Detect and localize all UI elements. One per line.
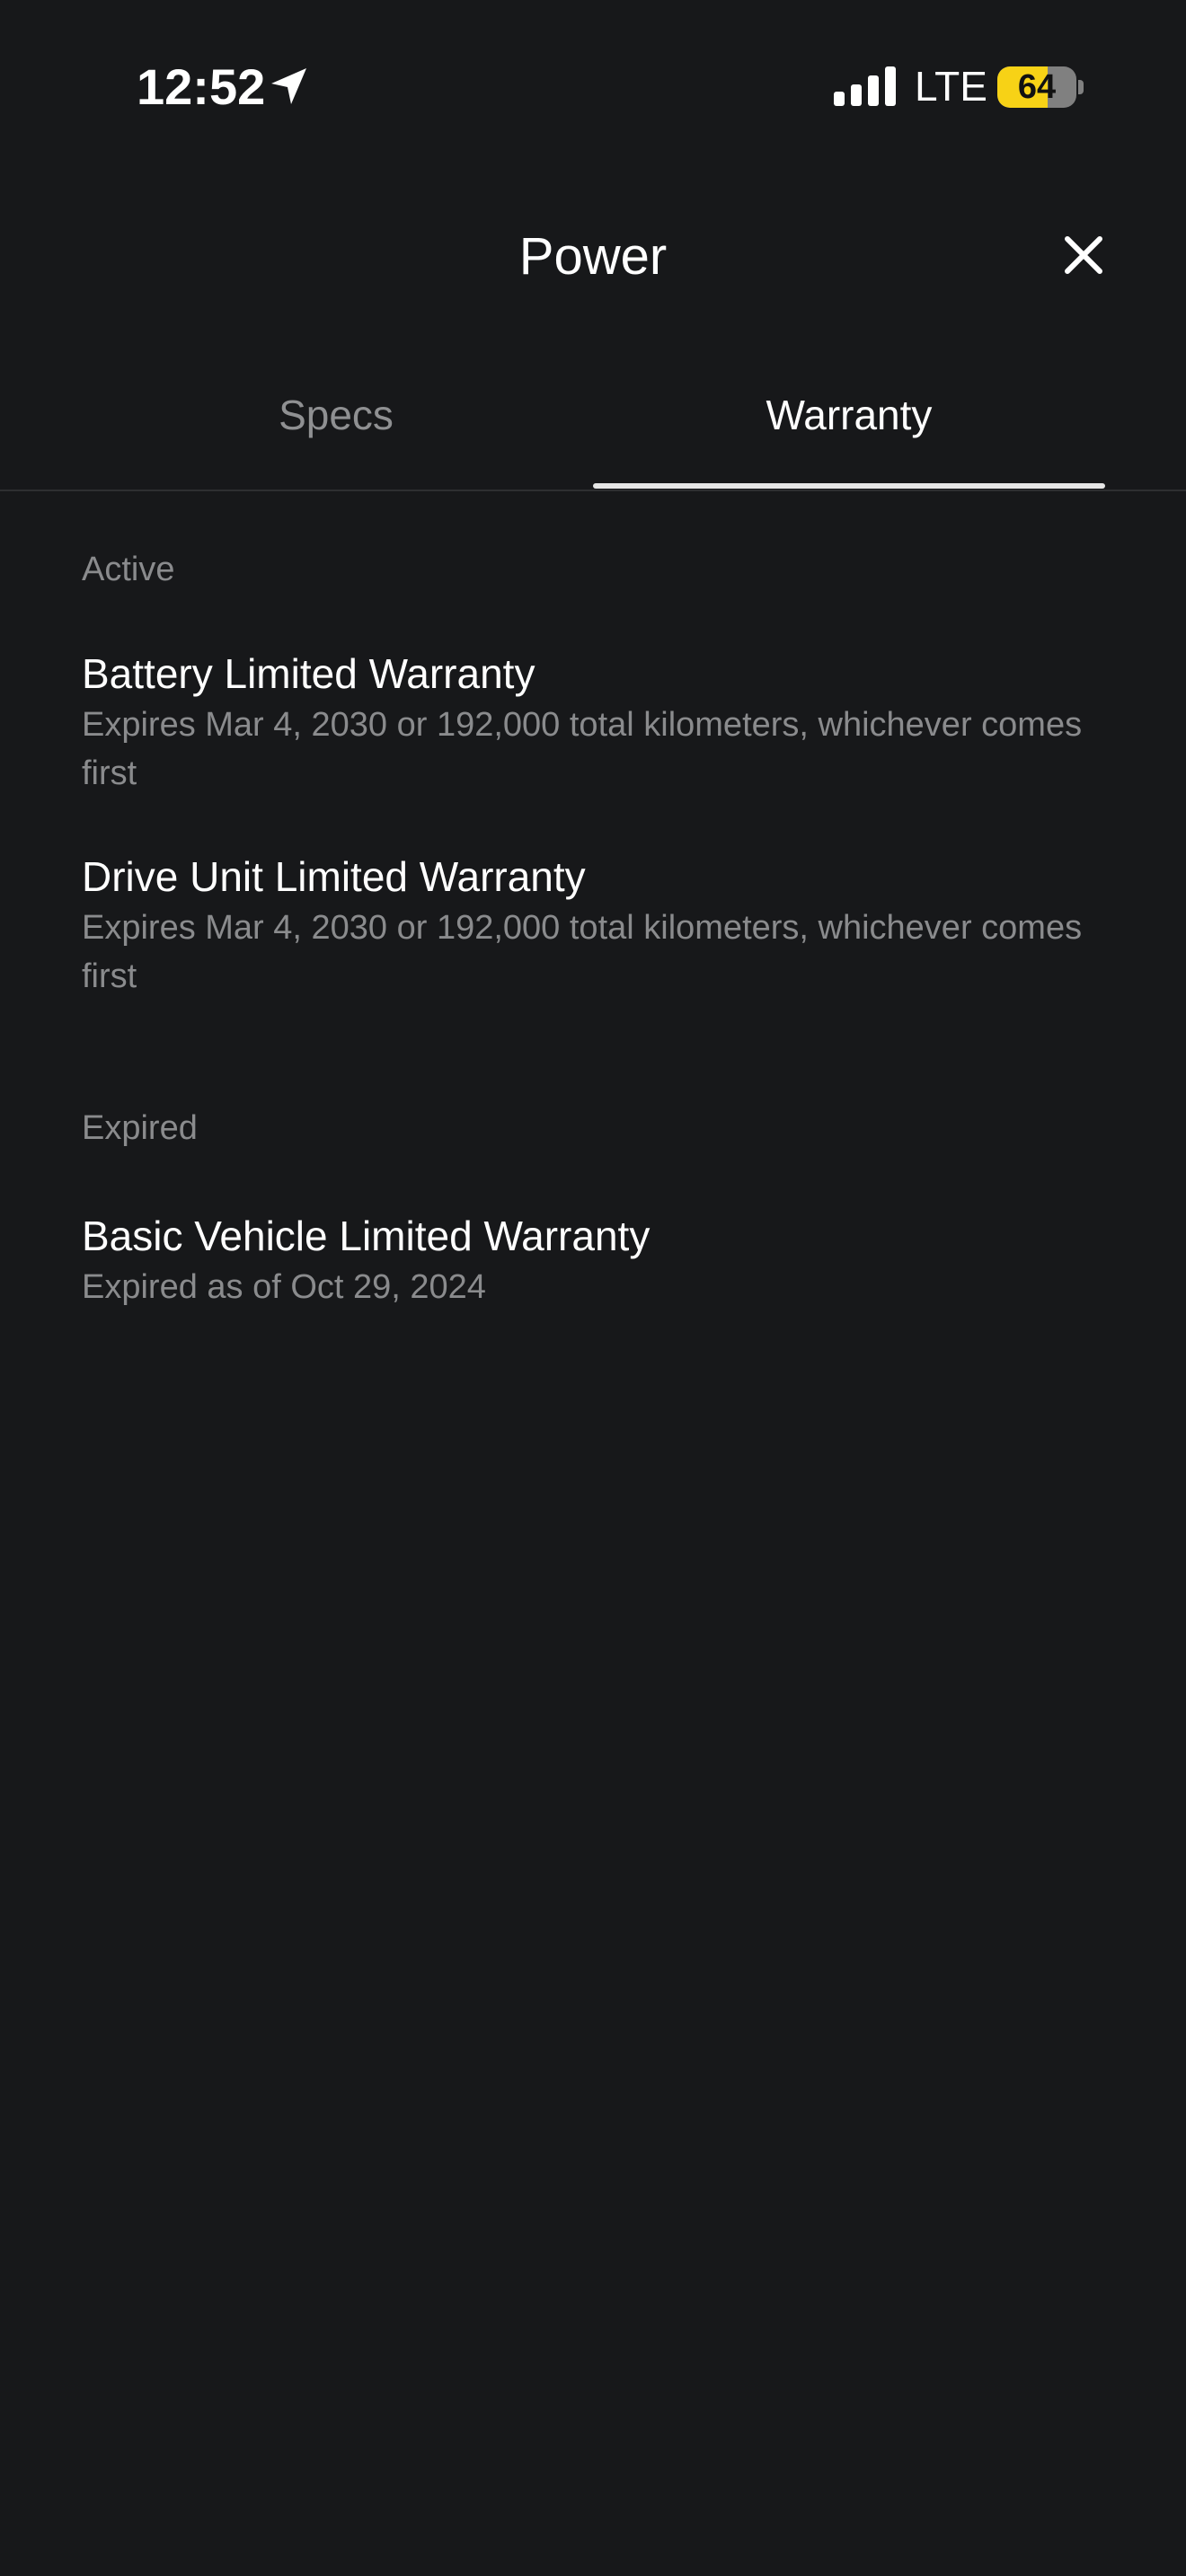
warranty-item-detail: Expires Mar 4, 2030 or 192,000 total kil… (82, 706, 1083, 792)
network-type: LTE (915, 63, 987, 110)
section-label-expired: Expired (82, 1109, 198, 1147)
tabs-divider (0, 490, 1186, 491)
warranty-item-drive-unit[interactable]: Drive Unit Limited Warranty Expires Mar … (82, 850, 1124, 1001)
warranty-item-title: Battery Limited Warranty (82, 650, 535, 697)
active-tab-indicator (593, 483, 1105, 489)
battery-level: 64 (1017, 68, 1057, 106)
battery-indicator: 64 (997, 66, 1076, 108)
warranty-item-title: Drive Unit Limited Warranty (82, 853, 586, 900)
close-icon[interactable] (1057, 228, 1111, 282)
warranty-content: Active Battery Limited Warranty Expires … (82, 544, 1124, 1311)
status-bar: 12:52 LTE 64 (0, 0, 1186, 180)
tab-specs[interactable]: Specs (83, 386, 589, 444)
warranty-item-detail: Expires Mar 4, 2030 or 192,000 total kil… (82, 909, 1083, 995)
section-label-active: Active (82, 551, 175, 588)
cellular-signal-icon (834, 66, 896, 106)
tab-warranty[interactable]: Warranty (593, 386, 1105, 444)
status-time: 12:52 (137, 58, 266, 115)
warranty-item-title: Basic Vehicle Limited Warranty (82, 1213, 651, 1259)
warranty-item-detail: Expired as of Oct 29, 2024 (82, 1268, 486, 1306)
warranty-item-battery[interactable]: Battery Limited Warranty Expires Mar 4, … (82, 647, 1124, 798)
location-arrow-icon (271, 68, 306, 104)
page-title: Power (518, 227, 668, 286)
battery-cap (1078, 80, 1084, 94)
tab-bar: Specs Warranty (0, 359, 1186, 492)
warranty-item-basic-vehicle[interactable]: Basic Vehicle Limited Warranty Expired a… (82, 1209, 1124, 1311)
